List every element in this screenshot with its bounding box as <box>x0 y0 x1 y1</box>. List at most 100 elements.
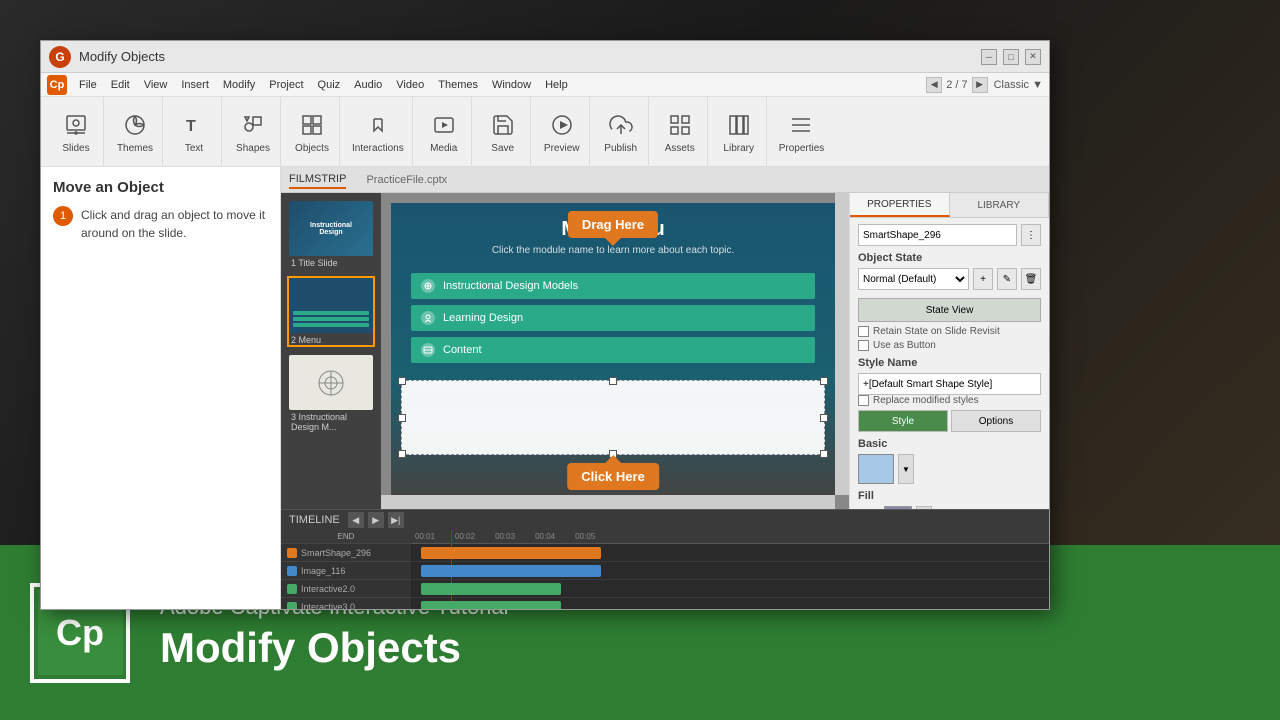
tl-track-label-2: Image_116 <box>281 562 411 580</box>
retain-state-checkbox[interactable] <box>858 326 869 337</box>
tl-prev[interactable]: ◀ <box>348 512 364 528</box>
menu-help[interactable]: Help <box>539 77 574 93</box>
rp-tab-properties[interactable]: PROPERTIES <box>850 193 950 217</box>
use-as-button-checkbox[interactable] <box>858 340 869 351</box>
edit-state-button[interactable]: ✎ <box>997 268 1017 290</box>
slide-thumb-1[interactable]: InstructionalDesign 1 Title Slide <box>287 199 375 270</box>
menu-file[interactable]: File <box>73 77 103 93</box>
handle-bottom-left[interactable] <box>398 450 406 458</box>
menu-btn-1-icon <box>421 279 435 293</box>
options-button[interactable]: Options <box>951 410 1041 432</box>
tl-bar-3 <box>421 583 561 595</box>
fill-color-box[interactable] <box>884 506 912 509</box>
cp-menu-logo: Cp <box>47 75 67 95</box>
handle-middle-left[interactable] <box>398 414 406 422</box>
object-menu-button[interactable]: ⋮ <box>1021 224 1041 246</box>
hint-panel: Move an Object 1 Click and drag an objec… <box>41 167 281 609</box>
style-name-input[interactable] <box>858 373 1041 395</box>
media-tool[interactable] <box>428 109 460 141</box>
editor-area: FILMSTRIP PracticeFile.cptx Instructiona… <box>281 167 1049 609</box>
object-name-input[interactable] <box>858 224 1017 246</box>
cp-logo-text: Cp <box>56 612 104 654</box>
window-controls: ─ □ ✕ <box>981 49 1041 65</box>
preview-tool[interactable] <box>546 109 578 141</box>
handle-middle-right[interactable] <box>820 414 828 422</box>
handle-top-left[interactable] <box>398 377 406 385</box>
toolbar-library: Library <box>712 97 767 166</box>
fill-title: Fill <box>858 490 1041 502</box>
color-swatch[interactable] <box>858 454 894 484</box>
menu-btn-2[interactable]: Learning Design <box>411 305 815 331</box>
menu-btn-3[interactable]: Content <box>411 337 815 363</box>
objects-tool[interactable] <box>296 109 328 141</box>
add-state-button[interactable]: + <box>973 268 993 290</box>
tl-bar-2 <box>421 565 601 577</box>
next-slide-button[interactable]: ▶ <box>972 77 988 93</box>
slide-nav: ◀ 2 / 7 ▶ <box>926 77 987 93</box>
timeline-ruler: 00:01 00:02 00:03 00:04 00:05 <box>411 530 1049 544</box>
slides-tool[interactable] <box>60 109 92 141</box>
prev-slide-button[interactable]: ◀ <box>926 77 942 93</box>
menu-insert[interactable]: Insert <box>175 77 215 93</box>
menu-buttons: Instructional Design Models <box>411 273 815 363</box>
state-view-button[interactable]: State View <box>858 298 1041 322</box>
style-button[interactable]: Style <box>858 410 948 432</box>
canvas-scrollbar-v[interactable] <box>835 193 849 495</box>
menu-video[interactable]: Video <box>390 77 430 93</box>
replace-styles-checkbox[interactable] <box>858 395 869 406</box>
fill-color-dropdown[interactable]: ▼ <box>916 506 932 509</box>
publish-tool[interactable] <box>605 109 637 141</box>
tl-bar-4 <box>421 601 561 609</box>
assets-tool[interactable] <box>664 109 696 141</box>
slide-thumb-3[interactable]: 3 Instructional Design M... <box>287 353 375 434</box>
menu-quiz[interactable]: Quiz <box>312 77 347 93</box>
step-instruction: Click and drag an object to move it arou… <box>81 206 268 242</box>
timeline-body: END SmartShape_296 Image_116 Interactive… <box>281 530 1049 609</box>
objects-label: Objects <box>295 143 329 154</box>
slide-1-label: 1 Title Slide <box>289 258 373 268</box>
tab-file[interactable]: PracticeFile.cptx <box>366 172 447 188</box>
shapes-label: Shapes <box>236 143 270 154</box>
menu-themes[interactable]: Themes <box>432 77 484 93</box>
menu-view[interactable]: View <box>138 77 174 93</box>
properties-tool[interactable] <box>785 109 817 141</box>
tab-filmstrip[interactable]: FILMSTRIP <box>289 171 346 189</box>
app-window: G Modify Objects ─ □ ✕ Cp File Edit View… <box>40 40 1050 610</box>
menu-window[interactable]: Window <box>486 77 537 93</box>
state-select[interactable]: Normal (Default) <box>858 268 969 290</box>
title-bar: G Modify Objects ─ □ ✕ <box>41 41 1049 73</box>
handle-bottom-right[interactable] <box>820 450 828 458</box>
view-mode[interactable]: Classic ▼ <box>994 79 1043 91</box>
tl-next[interactable]: ▶| <box>388 512 404 528</box>
del-state-button[interactable]: 🗑 <box>1021 268 1041 290</box>
toolbar-publish: Publish <box>594 97 649 166</box>
canvas-scrollbar-h[interactable] <box>381 495 835 509</box>
handle-top-middle[interactable] <box>609 377 617 385</box>
tl-play[interactable]: ▶ <box>368 512 384 528</box>
slide-thumb-2[interactable]: 2 Menu <box>287 276 375 347</box>
close-button[interactable]: ✕ <box>1025 49 1041 65</box>
library-tool[interactable] <box>723 109 755 141</box>
interactions-tool[interactable] <box>362 109 394 141</box>
use-as-button-label: Use as Button <box>873 340 936 351</box>
text-tool[interactable]: T <box>178 109 210 141</box>
menu-btn-1[interactable]: Instructional Design Models <box>411 273 815 299</box>
themes-tool[interactable] <box>119 109 151 141</box>
shapes-tool[interactable] <box>237 109 269 141</box>
object-state-title: Object State <box>858 252 1041 264</box>
menu-bar: Cp File Edit View Insert Modify Project … <box>41 73 1049 97</box>
retain-state-row: Retain State on Slide Revisit <box>858 326 1041 337</box>
restore-button[interactable]: □ <box>1003 49 1019 65</box>
handle-top-right[interactable] <box>820 377 828 385</box>
selected-object[interactable] <box>401 380 825 455</box>
right-panel: PROPERTIES LIBRARY ⋮ Object State <box>849 193 1049 509</box>
timeline-header: TIMELINE ◀ ▶ ▶| <box>281 510 1049 530</box>
menu-project[interactable]: Project <box>263 77 309 93</box>
menu-edit[interactable]: Edit <box>105 77 136 93</box>
menu-modify[interactable]: Modify <box>217 77 261 93</box>
minimize-button[interactable]: ─ <box>981 49 997 65</box>
save-tool[interactable] <box>487 109 519 141</box>
menu-audio[interactable]: Audio <box>348 77 388 93</box>
color-dropdown[interactable]: ▼ <box>898 454 914 484</box>
rp-tab-library[interactable]: LIBRARY <box>950 193 1050 217</box>
